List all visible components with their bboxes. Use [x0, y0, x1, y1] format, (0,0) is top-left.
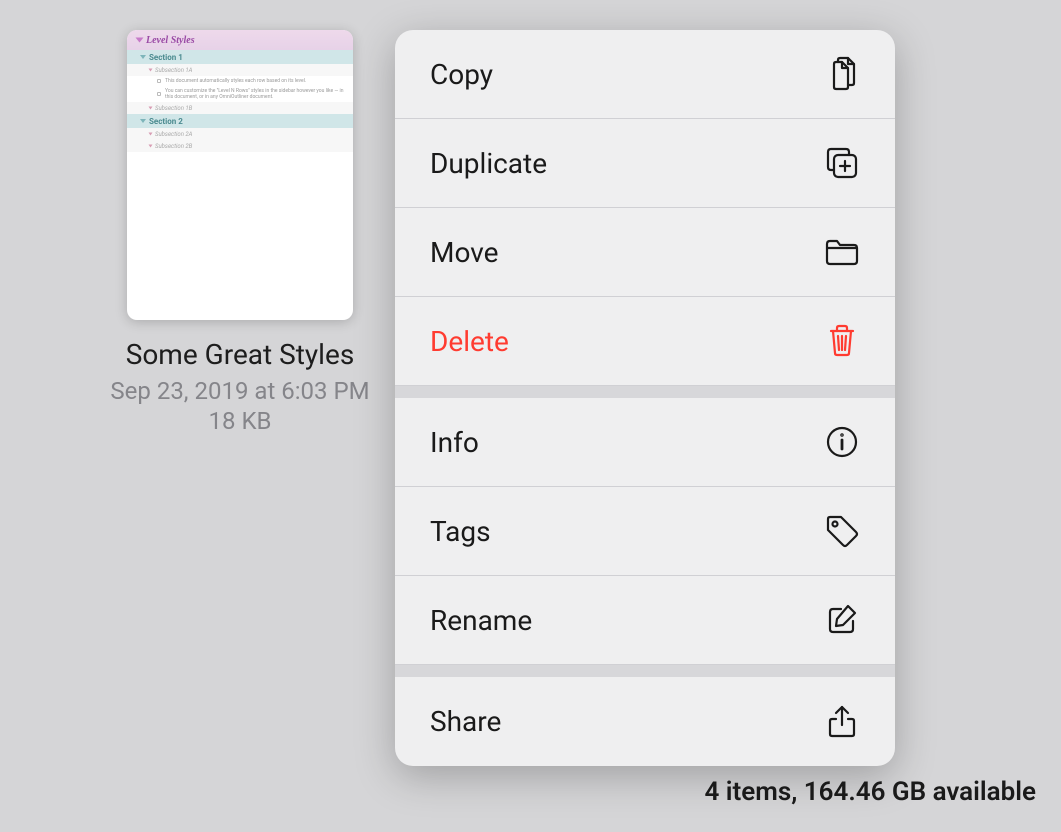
menu-label-copy: Copy	[430, 58, 493, 91]
menu-item-info[interactable]: Info	[395, 398, 895, 487]
menu-label-delete: Delete	[430, 325, 509, 358]
menu-item-rename[interactable]: Rename	[395, 576, 895, 665]
menu-item-move[interactable]: Move	[395, 208, 895, 297]
menu-label-duplicate: Duplicate	[430, 147, 547, 180]
thumb-sub-2b: Subsection 2B	[155, 143, 192, 150]
thumb-sub-2a: Subsection 2A	[155, 131, 192, 138]
menu-label-info: Info	[430, 426, 479, 459]
share-icon	[824, 704, 860, 740]
menu-item-duplicate[interactable]: Duplicate	[395, 119, 895, 208]
thumb-title: Level Styles	[146, 35, 195, 46]
thumb-section-1: Section 1	[149, 53, 183, 62]
menu-label-share: Share	[430, 705, 501, 738]
file-thumbnail: Level Styles Section 1 Subsection 1A Thi…	[127, 30, 353, 320]
thumb-body-2: You can customize the "Level N Rows" sty…	[165, 88, 347, 100]
status-bar: 4 items, 164.46 GB available	[704, 777, 1036, 807]
thumb-sub-1a: Subsection 1A	[155, 67, 192, 74]
folder-icon	[824, 234, 860, 270]
file-date: Sep 23, 2019 at 6:03 PM	[110, 377, 369, 405]
thumb-body-1: This document automatically styles each …	[165, 78, 306, 84]
menu-label-tags: Tags	[430, 515, 491, 548]
info-icon	[824, 424, 860, 460]
menu-separator-2	[395, 665, 895, 677]
tag-icon	[824, 513, 860, 549]
thumb-section-2: Section 2	[149, 117, 183, 126]
menu-item-share[interactable]: Share	[395, 677, 895, 766]
menu-label-rename: Rename	[430, 604, 532, 637]
menu-item-copy[interactable]: Copy	[395, 30, 895, 119]
duplicate-icon	[824, 145, 860, 181]
menu-separator	[395, 386, 895, 398]
file-name: Some Great Styles	[126, 338, 355, 371]
menu-label-move: Move	[430, 236, 498, 269]
file-item[interactable]: Level Styles Section 1 Subsection 1A Thi…	[105, 30, 375, 435]
copy-icon	[824, 56, 860, 92]
thumb-sub-1b: Subsection 1B	[155, 105, 192, 112]
context-menu: Copy Duplicate Move	[395, 30, 895, 766]
trash-icon	[824, 323, 860, 359]
rename-icon	[824, 602, 860, 638]
menu-item-tags[interactable]: Tags	[395, 487, 895, 576]
menu-item-delete[interactable]: Delete	[395, 297, 895, 386]
file-size: 18 KB	[209, 407, 272, 435]
